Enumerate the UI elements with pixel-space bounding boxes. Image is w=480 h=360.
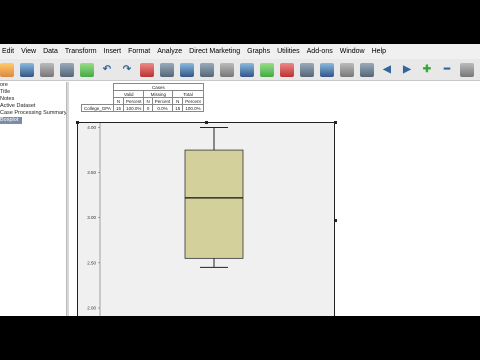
group-header-missing: Missing [143, 90, 174, 98]
outline-item-active-dataset[interactable]: Active Dataset [0, 103, 66, 110]
subheader-percent: Percent [122, 97, 145, 105]
table-cell: 0 [143, 104, 153, 112]
show-all-icon[interactable] [340, 62, 354, 77]
output-viewer: Cases Valid Missing Total N Percent N Pe… [69, 82, 480, 316]
goto-variable-icon[interactable] [180, 62, 194, 77]
value-labels-icon[interactable] [300, 62, 314, 77]
save-icon[interactable] [20, 62, 34, 77]
menu-graphs[interactable]: Graphs [247, 48, 270, 55]
resize-handle[interactable] [334, 219, 337, 222]
spss-viewer-window: Edit View Data Transform Insert Format A… [0, 44, 480, 316]
resize-handle[interactable] [205, 121, 208, 124]
menu-transform[interactable]: Transform [65, 48, 97, 55]
table-corner [82, 91, 114, 98]
dialog-recall-icon[interactable] [60, 62, 74, 77]
goto-data-icon[interactable] [140, 62, 154, 77]
menu-utilities[interactable]: Utilities [277, 48, 300, 55]
menu-view[interactable]: View [21, 48, 36, 55]
table-cell: 15 [112, 104, 124, 112]
use-sets-icon[interactable] [320, 62, 334, 77]
table-cell: 100.0% [182, 104, 204, 112]
row-label: College_GPA [81, 104, 114, 112]
y-tick-label: 3.00 [87, 215, 96, 220]
case-processing-table[interactable]: Cases Valid Missing Total N Percent N Pe… [81, 83, 204, 112]
menu-help[interactable]: Help [372, 48, 386, 55]
subheader-n: N [172, 97, 184, 105]
outline-item-boxplot[interactable]: Boxplot [0, 117, 22, 124]
subheader-percent: Percent [151, 97, 174, 105]
subheader-percent: Percent [182, 97, 204, 105]
resize-handle[interactable] [334, 121, 337, 124]
y-tick-label: 4.00 [87, 125, 96, 130]
designate-window-icon[interactable] [360, 62, 374, 77]
table-corner [82, 98, 114, 105]
y-tick-label: 2.00 [87, 305, 96, 310]
menu-edit[interactable]: Edit [2, 48, 14, 55]
boxplot-chart[interactable]: 4.00 3.50 3.00 2.50 2.00 [77, 122, 335, 316]
split-file-icon[interactable] [240, 62, 254, 77]
open-icon[interactable] [0, 62, 14, 77]
collapse-minus-icon[interactable]: ━ [440, 63, 454, 77]
table-header-cases: Cases [112, 83, 204, 91]
subheader-n: N [112, 97, 124, 105]
find-icon[interactable] [220, 62, 234, 77]
table-cell: 15 [172, 104, 184, 112]
outline-item-ore[interactable]: ore [0, 82, 66, 89]
group-header-valid: Valid [112, 90, 145, 98]
table-corner [82, 84, 114, 91]
show-icon[interactable] [460, 62, 474, 77]
group-header-total: Total [172, 90, 204, 98]
forward-arrow-icon[interactable]: ▶ [400, 63, 414, 77]
outline-item-notes[interactable]: Notes [0, 96, 66, 103]
menu-analyze[interactable]: Analyze [157, 48, 182, 55]
weight-cases-icon[interactable] [260, 62, 274, 77]
goto-case-icon[interactable] [160, 62, 174, 77]
refresh-icon[interactable] [80, 62, 94, 77]
undo-icon[interactable]: ↶ [100, 63, 114, 77]
toolbar: ↶ ↷ ◀ ▶ ✚ ━ [0, 59, 480, 81]
back-arrow-icon[interactable]: ◀ [380, 63, 394, 77]
y-tick-label: 2.50 [87, 260, 96, 265]
menu-format[interactable]: Format [128, 48, 150, 55]
print-icon[interactable] [40, 62, 54, 77]
y-tick-label: 3.50 [87, 170, 96, 175]
menu-window[interactable]: Window [340, 48, 365, 55]
outline-item-case-processing-summary[interactable]: Case Processing Summary [0, 110, 67, 117]
resize-handle[interactable] [76, 121, 79, 124]
expand-plus-icon[interactable]: ✚ [420, 63, 434, 77]
redo-icon[interactable]: ↷ [120, 63, 134, 77]
boxplot-svg: 4.00 3.50 3.00 2.50 2.00 [87, 123, 244, 316]
outline-pane: ore Title Notes Active Dataset Case Proc… [0, 82, 67, 316]
table-cell: 100.0% [122, 104, 145, 112]
iqr-box [184, 149, 244, 259]
outline-item-title[interactable]: Title [0, 89, 66, 96]
variables-icon[interactable] [200, 62, 214, 77]
menu-data[interactable]: Data [43, 48, 58, 55]
menu-bar: Edit View Data Transform Insert Format A… [0, 44, 480, 59]
menu-insert[interactable]: Insert [104, 48, 122, 55]
subheader-n: N [143, 97, 153, 105]
menu-direct-marketing[interactable]: Direct Marketing [189, 48, 240, 55]
menu-add-ons[interactable]: Add-ons [307, 48, 333, 55]
table-cell: 0.0% [151, 104, 174, 112]
select-cases-icon[interactable] [280, 62, 294, 77]
